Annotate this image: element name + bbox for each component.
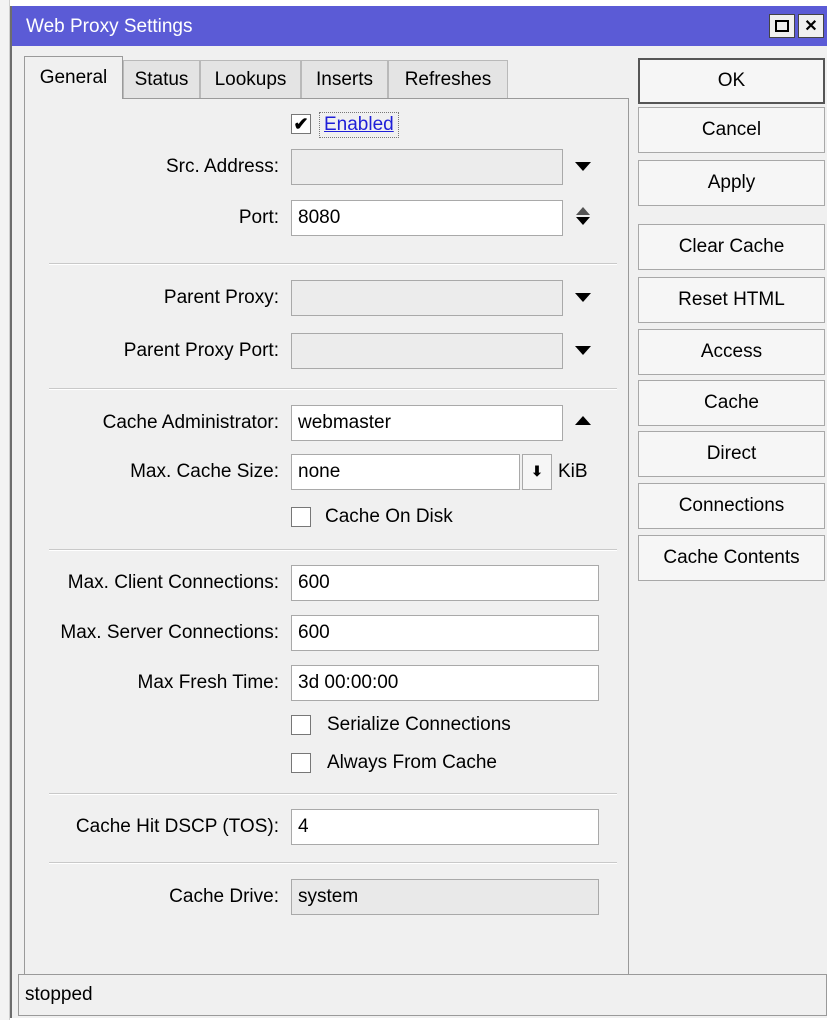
separator	[49, 862, 617, 864]
parent-proxy-port-field[interactable]	[291, 333, 563, 369]
cache-button[interactable]: Cache	[638, 380, 825, 426]
tab-lookups[interactable]: Lookups	[200, 60, 301, 98]
max-cache-size-field[interactable]: none	[291, 454, 520, 490]
arrow-down-bar-icon: ⬇	[531, 463, 543, 479]
maximize-button[interactable]	[769, 14, 795, 38]
background-window	[0, 0, 10, 1020]
parent-proxy-field[interactable]	[291, 280, 563, 316]
always-from-cache-checkbox[interactable]	[291, 753, 311, 773]
max-client-connections-field[interactable]: 600	[291, 565, 599, 601]
max-client-connections-label: Max. Client Connections:	[67, 572, 279, 593]
tab-general[interactable]: General	[24, 56, 123, 99]
access-button[interactable]: Access	[638, 329, 825, 375]
parent-proxy-dropdown-icon[interactable]	[571, 288, 595, 308]
apply-button[interactable]: Apply	[638, 160, 825, 206]
max-fresh-time-field[interactable]: 3d 00:00:00	[291, 665, 599, 701]
enabled-checkbox[interactable]: ✔	[291, 114, 311, 134]
port-label: Port:	[238, 207, 279, 228]
tab-inserts-label: Inserts	[315, 68, 374, 90]
cache-on-disk-checkbox[interactable]	[291, 507, 311, 527]
cache-drive-field: system	[291, 879, 599, 915]
cache-hit-dscp-field[interactable]: 4	[291, 809, 599, 845]
close-button[interactable]: ✕	[798, 14, 824, 38]
serialize-connections-checkbox[interactable]	[291, 715, 311, 735]
tab-status-label: Status	[134, 68, 189, 90]
maximize-icon	[775, 20, 789, 32]
port-field[interactable]: 8080	[291, 200, 563, 236]
parent-proxy-port-label: Parent Proxy Port:	[123, 340, 279, 361]
tab-inserts[interactable]: Inserts	[301, 60, 388, 98]
src-address-label: Src. Address:	[166, 156, 279, 177]
close-icon: ✕	[804, 18, 818, 35]
parent-proxy-label: Parent Proxy:	[163, 287, 279, 308]
cache-on-disk-label: Cache On Disk	[325, 506, 453, 527]
cancel-button[interactable]: Cancel	[638, 107, 825, 153]
cache-contents-button[interactable]: Cache Contents	[638, 535, 825, 581]
reset-html-button[interactable]: Reset HTML	[638, 277, 825, 323]
direct-button[interactable]: Direct	[638, 431, 825, 477]
ok-button[interactable]: OK	[638, 58, 825, 104]
separator	[49, 549, 617, 551]
src-address-field[interactable]	[291, 149, 563, 185]
connections-button[interactable]: Connections	[638, 483, 825, 529]
separator	[49, 263, 617, 265]
separator	[49, 793, 617, 795]
always-from-cache-label: Always From Cache	[327, 752, 497, 773]
src-address-dropdown-icon[interactable]	[571, 157, 595, 177]
cache-drive-label: Cache Drive:	[169, 886, 279, 907]
serialize-connections-label: Serialize Connections	[327, 714, 511, 735]
max-server-connections-field[interactable]: 600	[291, 615, 599, 651]
title-bar[interactable]: Web Proxy Settings ✕	[12, 6, 827, 46]
max-cache-size-label: Max. Cache Size:	[130, 461, 279, 482]
tab-lookups-label: Lookups	[214, 68, 287, 90]
general-panel: ✔ Enabled Src. Address: Port: 8080 Paren…	[24, 98, 629, 975]
status-text: stopped	[25, 984, 93, 1005]
tab-general-label: General	[39, 67, 108, 88]
port-spinner-icon[interactable]	[571, 203, 595, 233]
cache-hit-dscp-label: Cache Hit DSCP (TOS):	[75, 816, 279, 837]
max-cache-size-unit: KiB	[558, 461, 588, 482]
separator	[49, 388, 617, 390]
enabled-label[interactable]: Enabled	[319, 112, 399, 138]
cache-administrator-collapse-icon[interactable]	[571, 411, 595, 431]
tab-refreshes-label: Refreshes	[404, 68, 492, 90]
parent-proxy-port-dropdown-icon[interactable]	[571, 341, 595, 361]
tab-refreshes[interactable]: Refreshes	[388, 60, 508, 98]
max-cache-size-unit-dropdown[interactable]: ⬇	[522, 454, 552, 490]
window-title: Web Proxy Settings	[26, 16, 193, 37]
clear-cache-button[interactable]: Clear Cache	[638, 224, 825, 270]
status-bar: stopped	[18, 974, 827, 1016]
tab-status[interactable]: Status	[123, 60, 200, 98]
max-server-connections-label: Max. Server Connections:	[60, 622, 279, 643]
max-fresh-time-label: Max Fresh Time:	[137, 672, 279, 693]
cache-administrator-field[interactable]: webmaster	[291, 405, 563, 441]
cache-administrator-label: Cache Administrator:	[102, 412, 279, 433]
web-proxy-settings-window: Web Proxy Settings ✕ General Status Look…	[10, 6, 827, 1018]
